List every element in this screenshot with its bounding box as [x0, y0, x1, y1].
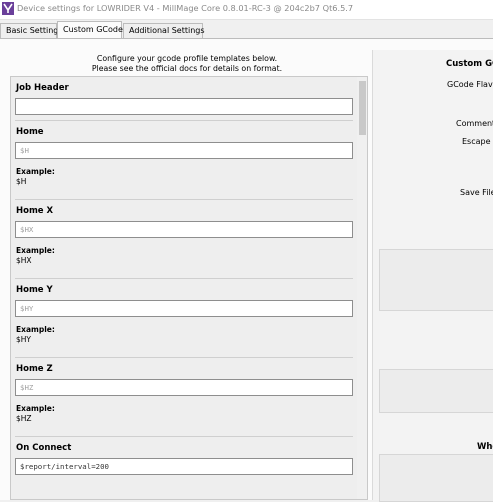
escape-char-label: Escape C [462, 137, 493, 146]
gcode-templates-scroll-area[interactable]: Job Header Home Example: $H Home X Examp… [10, 76, 368, 500]
custom-gcode-settings-panel: Custom GC GCode Flavor Comment C Escape … [372, 50, 493, 502]
home-input[interactable] [15, 142, 353, 159]
section-title: On Connect [16, 443, 72, 453]
intro-line-2: Please see the official docs for details… [91, 64, 283, 73]
panel-heading: Custom GC [446, 59, 493, 69]
scrollbar-thumb[interactable] [359, 81, 366, 135]
window-title: Device settings for LOWRIDER V4 - MillMa… [17, 3, 354, 13]
home-z-input[interactable] [15, 379, 353, 396]
intro-line-1: Configure your gcode profile templates b… [96, 54, 278, 63]
panel-box [379, 249, 493, 311]
tab-label: Basic Settings [6, 26, 63, 35]
intro-text: Configure your gcode profile templates b… [0, 54, 374, 74]
section-divider [15, 199, 353, 200]
section-divider [15, 357, 353, 358]
save-file-extension-label: Save File E [460, 188, 493, 197]
example-label: Example: [16, 404, 55, 413]
section-title: Home X [16, 206, 54, 216]
comment-char-label: Comment C [456, 119, 493, 128]
title-bar: Device settings for LOWRIDER V4 - MillMa… [0, 0, 493, 20]
example-value: $HX [16, 256, 32, 265]
section-title: Home Y [16, 285, 53, 295]
example-label: Example: [16, 246, 55, 255]
home-x-input[interactable] [15, 221, 353, 238]
panel-box [379, 454, 493, 502]
example-label: Example: [16, 325, 55, 334]
section-divider [15, 436, 353, 437]
example-value: $HZ [16, 414, 32, 423]
panel-subheading: Whe [477, 442, 493, 452]
section-title: Home [16, 127, 44, 137]
example-label: Example: [16, 167, 55, 176]
on-connect-input[interactable] [15, 458, 353, 475]
tab-additional-settings[interactable]: Additional Settings [123, 23, 205, 38]
gcode-flavor-label: GCode Flavor [447, 80, 493, 89]
home-y-input[interactable] [15, 300, 353, 317]
example-value: $HY [16, 335, 31, 344]
tab-bar: Basic Settings Custom GCode Additional S… [0, 20, 493, 39]
panel-box [379, 369, 493, 413]
section-title: Job Header [16, 83, 69, 93]
app-logo-icon [2, 2, 14, 15]
vertical-scrollbar[interactable] [357, 77, 367, 499]
job-header-input[interactable] [15, 98, 353, 115]
example-value: $H [16, 177, 27, 186]
section-divider [15, 120, 353, 121]
tab-basic-settings[interactable]: Basic Settings [0, 23, 63, 38]
section-divider [15, 278, 353, 279]
tab-label: Custom GCode [63, 25, 123, 34]
tab-label: Additional Settings [129, 26, 205, 35]
section-title: Home Z [16, 364, 53, 374]
tab-custom-gcode[interactable]: Custom GCode [57, 21, 123, 39]
